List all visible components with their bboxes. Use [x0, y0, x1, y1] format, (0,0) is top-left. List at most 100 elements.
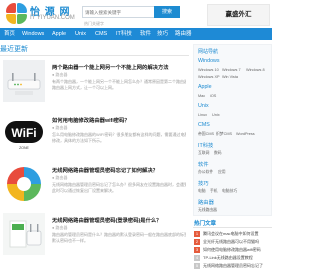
ad-text: 赢盛外汇 [225, 11, 252, 18]
sidebar-cat-router[interactable]: 路由器 [198, 198, 214, 206]
section-title: 最近更新 [0, 46, 28, 53]
sidebar: 网站导航 Windows Windows 10 Windows 7 Window… [193, 44, 272, 269]
sidebar-sub-link[interactable]: Windows XP [198, 75, 220, 79]
site-header: 怡 源 网 IT YIYUAN.COM 搜索 热门关键字 赢盛外汇 [0, 0, 272, 28]
sidebar-sub-link[interactable]: Windows 8 [246, 68, 265, 72]
hot-keywords[interactable]: 热门关键字 [84, 21, 104, 27]
excerpt-line: 此时可以通过恢复出厂设置来解决。 [52, 188, 116, 193]
search-button[interactable]: 搜索 [154, 6, 180, 18]
router-box-thumbnail[interactable] [3, 213, 45, 255]
rank-badge: 1 [194, 231, 200, 237]
nav-item-home[interactable]: 首页 [4, 28, 15, 40]
logo-icon[interactable] [6, 3, 28, 25]
svg-text:WiFi: WiFi [11, 126, 36, 140]
hot-article-link[interactable]: TP-Link无线路由器设置教程 [203, 255, 253, 261]
post-excerpt: 路由器的管理员密码是什么？路由器的默认登录密码一般在路由器底部的标签上，不同品牌… [52, 232, 186, 244]
user-icon: ● [52, 72, 55, 77]
post-meta: ● 路由器 [52, 175, 68, 181]
hot-article-link[interactable]: 无线网络路由器管理员密码忘记了 [203, 263, 263, 269]
sidebar-sub-link[interactable]: 手机 [210, 189, 218, 194]
post-excerpt: 有两个路由器，一个能上网另一个不能上网怎么办？通常原因是第二个路由器设置，需要分… [52, 79, 186, 91]
hot-article-item[interactable]: 1 腾讯会议在mac电脑中如何设置 [194, 230, 272, 238]
sidebar-sub-link[interactable]: iOS [210, 94, 216, 98]
rank-badge: 2 [194, 239, 200, 245]
search-box: 搜索 [82, 6, 180, 18]
sidebar-sub-link[interactable]: 电脑技巧 [222, 189, 237, 194]
sidebar-sub-link[interactable]: Mac [198, 94, 205, 98]
sidebar-sub-link[interactable]: Linux [198, 113, 207, 117]
post-title[interactable]: 如何用电脑修改路由器wifi密码？ [52, 116, 130, 124]
nav-item-tips[interactable]: 技巧 [157, 28, 168, 40]
user-icon: ● [52, 175, 55, 180]
hot-article-link[interactable]: 全光纤无线路由器可以不用猫吗 [203, 239, 259, 245]
search-input[interactable] [85, 8, 155, 17]
sidebar-cat-apple[interactable]: Apple [198, 84, 212, 90]
sidebar-cat-windows[interactable]: Windows [198, 58, 220, 64]
sidebar-cat-unix[interactable]: Unix [198, 103, 209, 109]
post-category[interactable]: 路由器 [56, 175, 68, 180]
hot-article-link[interactable]: 腾讯会议在mac电脑中如何设置 [203, 231, 259, 237]
hot-article-item[interactable]: 4 TP-Link无线路由器设置教程 [194, 254, 272, 262]
sidebar-cat-cms[interactable]: CMS [198, 122, 210, 128]
sidebar-cat-tips[interactable]: 技巧 [198, 179, 209, 187]
list-item[interactable]: 无线网络路由器管理员密码(登录密码)是什么？ ● 路由器 路由器的管理员密码是什… [0, 213, 190, 263]
nav-item-software[interactable]: 软件 [140, 28, 151, 40]
excerpt-line: 路由器上网方式，让一个可以上网。 [52, 85, 116, 90]
divider [193, 227, 272, 228]
excerpt-line: 默认密码也不一样。 [52, 238, 88, 243]
sidebar-sub-link[interactable]: Win Vista [222, 75, 238, 79]
post-meta: ● 路由器 [52, 225, 68, 231]
nav-item-router[interactable]: 路由器 [175, 28, 192, 40]
sidebar-sub-link[interactable]: 织梦CMS [216, 132, 232, 137]
post-title[interactable]: 两个路由器一个能上网另一个不能上网的解决方法 [52, 63, 169, 71]
rank-badge: 4 [194, 255, 200, 261]
nav-item-apple[interactable]: Apple [52, 28, 66, 40]
hot-articles-title: 热门文章 [194, 221, 217, 227]
post-meta: ● 路由器 [52, 72, 68, 78]
nav-item-windows[interactable]: Windows [22, 28, 44, 40]
sidebar-sub-link[interactable]: 办公软件 [198, 170, 213, 175]
main-nav: 首页 Windows Apple Unix CMS IT科技 软件 技巧 路由器 [0, 28, 272, 40]
post-category[interactable]: 路由器 [56, 125, 68, 130]
hot-article-item[interactable]: 3 如何使用电脑修改路由器wifi密码 [194, 246, 272, 254]
sidebar-cat-it[interactable]: IT科技 [198, 141, 213, 149]
header-ad-banner[interactable]: 赢盛外汇 [207, 4, 270, 26]
sidebar-sub-link[interactable]: 帝国CMS [198, 132, 214, 137]
post-excerpt: 怎么用电脑修改路由器的WIFI密码？很多朋友都有这样的问题，需要通过电脑登录路由… [52, 132, 186, 144]
brand-domain: IT YIYUAN.COM [30, 15, 75, 21]
sidebar-sub-link[interactable]: Windows 10 [198, 68, 219, 72]
nav-item-unix[interactable]: Unix [75, 28, 86, 40]
excerpt-line: 修改，具体的方法如下所示。 [52, 138, 104, 143]
post-category[interactable]: 路由器 [56, 225, 68, 230]
hot-article-link[interactable]: 如何使用电脑修改路由器wifi密码 [203, 247, 261, 253]
nav-item-cms[interactable]: CMS [95, 28, 107, 40]
sidebar-sub-link[interactable]: 互联网 [198, 151, 209, 156]
sidebar-sub-link[interactable]: 应用 [218, 170, 226, 175]
post-title[interactable]: 无线网络路由器管理员密码(登录密码)是什么？ [52, 216, 161, 224]
sidebar-sub-link[interactable]: 无线路由器 [198, 208, 217, 213]
sidebar-sub-link[interactable]: WordPress [236, 132, 255, 136]
divider [0, 55, 189, 56]
list-item[interactable]: 无线网络路由器管理员密码忘记了如何解决？ ● 路由器 无线网络路由器管理员密码忘… [0, 163, 190, 213]
colorful-logo-thumbnail[interactable] [3, 163, 45, 205]
site-nav-box: 网站导航 Windows Windows 10 Windows 7 Window… [193, 44, 272, 216]
rank-badge: 5 [194, 263, 200, 269]
hot-article-item[interactable]: 2 全光纤无线路由器可以不用猫吗 [194, 238, 272, 246]
list-item[interactable]: 两个路由器一个能上网另一个不能上网的解决方法 ● 路由器 有两个路由器，一个能上… [0, 60, 190, 110]
post-excerpt: 无线网络路由器管理员密码忘记了怎么办？很多网友在设置路由器时，会遇到忘记管理员密… [52, 182, 186, 194]
sidebar-sub-link[interactable]: 数码 [214, 151, 222, 156]
wifi-thumbnail[interactable]: WiFi ZONE [3, 113, 45, 155]
sidebar-cat-software[interactable]: 软件 [198, 160, 209, 168]
sidebar-sub-link[interactable]: 电脑 [198, 189, 206, 194]
list-item[interactable]: WiFi ZONE 如何用电脑修改路由器wifi密码？ ● 路由器 怎么用电脑修… [0, 113, 190, 163]
post-category[interactable]: 路由器 [56, 72, 68, 77]
rank-badge: 3 [194, 247, 200, 253]
sidebar-sub-link[interactable]: Windows 7 [222, 68, 241, 72]
sidebar-sub-link[interactable]: Unix [212, 113, 220, 117]
svg-text:ZONE: ZONE [19, 146, 29, 150]
post-title[interactable]: 无线网络路由器管理员密码忘记了如何解决？ [52, 166, 158, 174]
router-thumbnail[interactable] [3, 60, 45, 102]
user-icon: ● [52, 125, 55, 130]
nav-item-it[interactable]: IT科技 [116, 28, 132, 40]
user-icon: ● [52, 225, 55, 230]
